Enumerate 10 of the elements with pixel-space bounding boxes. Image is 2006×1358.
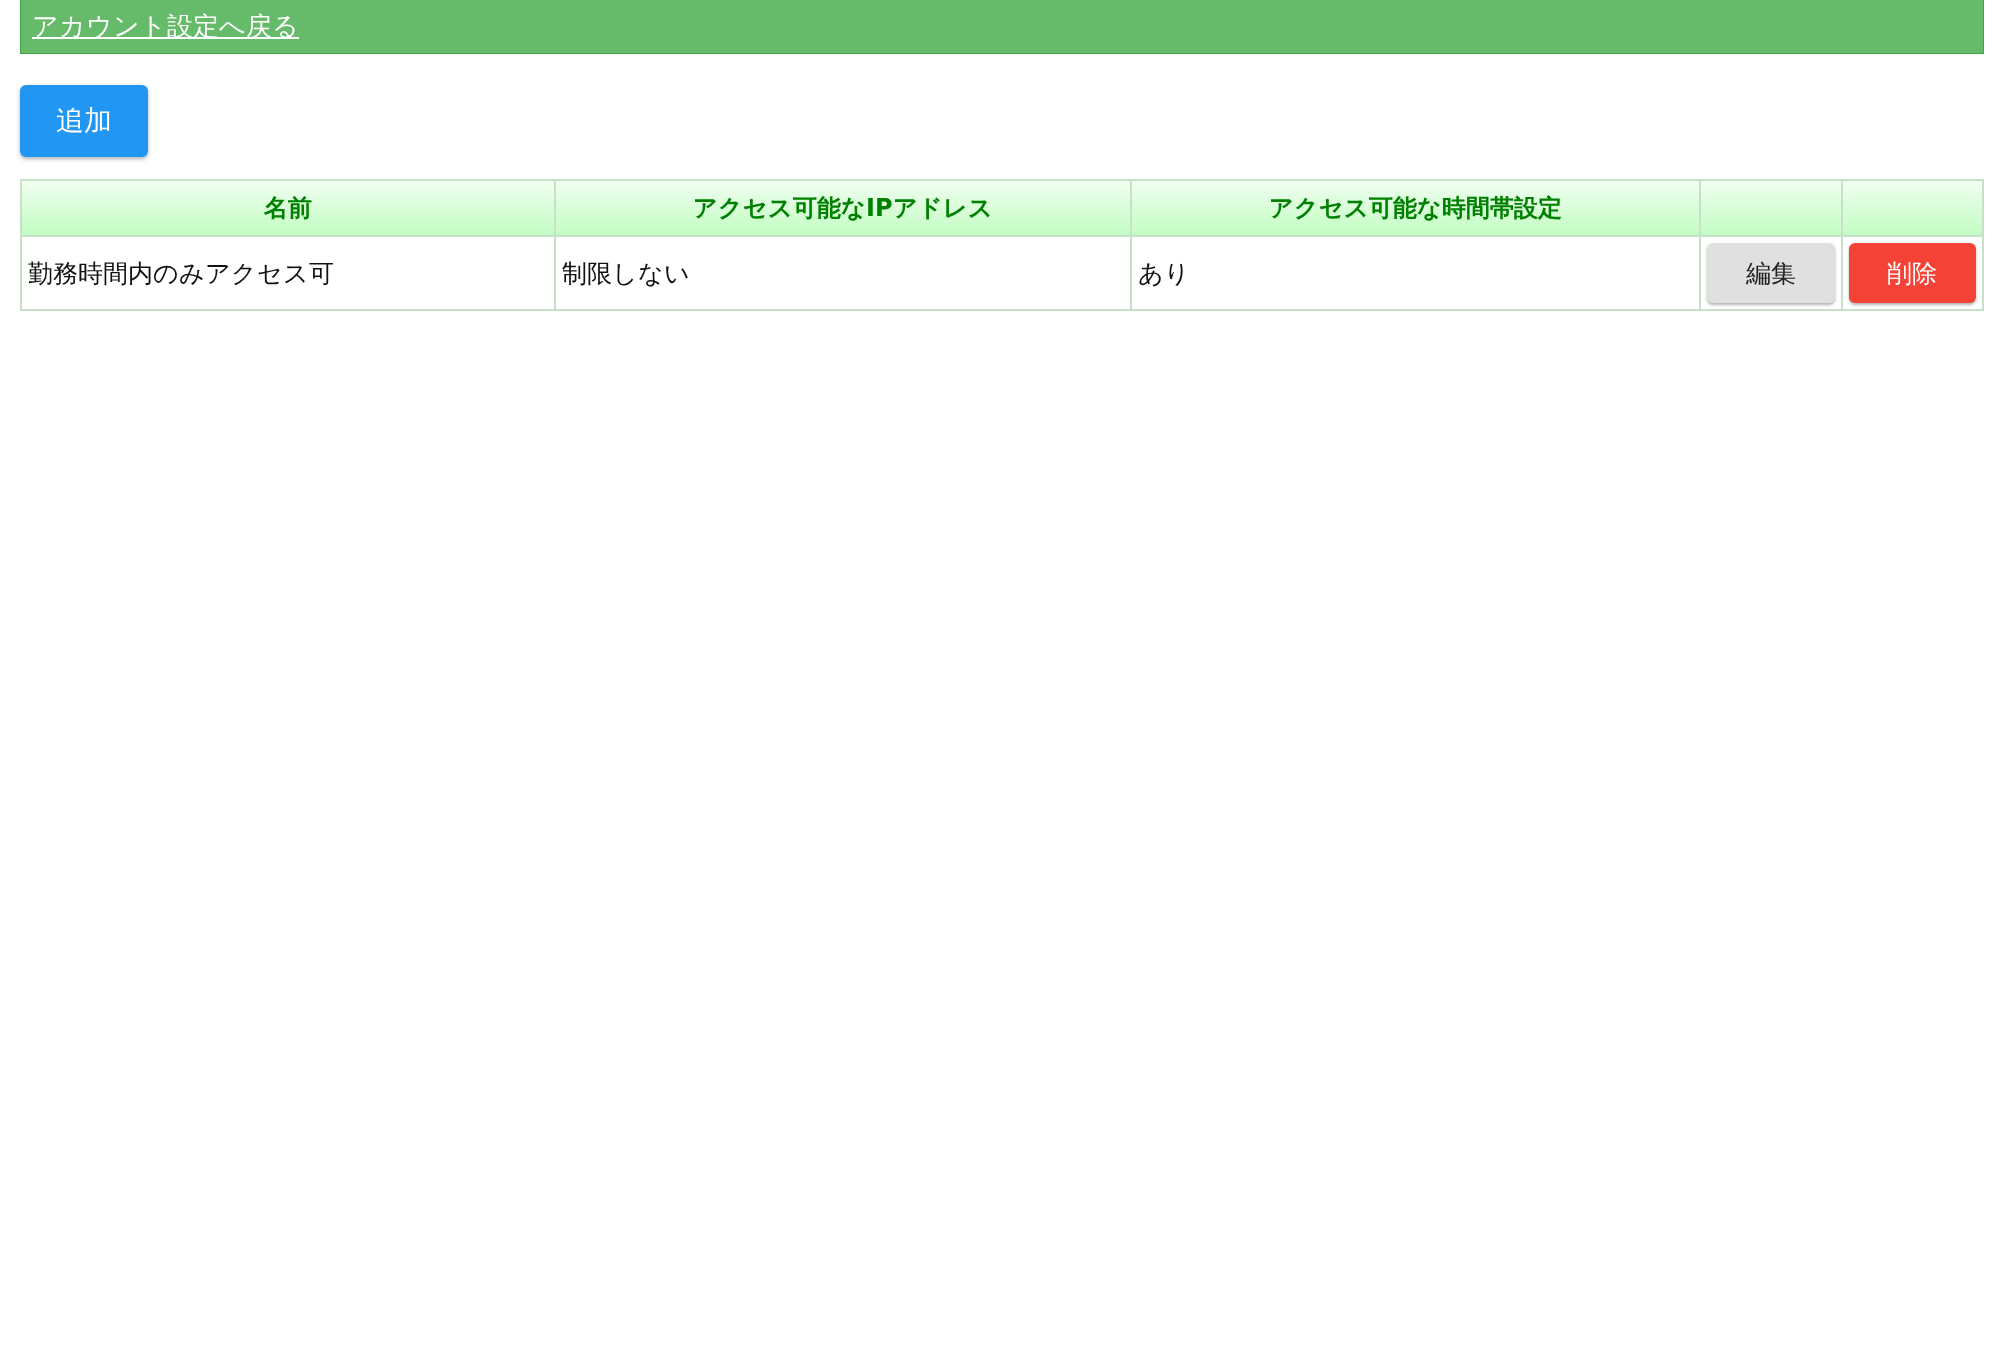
column-header: アクセス可能な時間帯設定 (1130, 180, 1701, 236)
add-button[interactable]: 追加 (20, 85, 148, 157)
table-cell: 制限しない (555, 236, 1131, 310)
edit-button[interactable]: 編集 (1707, 243, 1835, 303)
column-header: 名前 (21, 180, 555, 236)
column-header: アクセス可能なIPアドレス (555, 180, 1131, 236)
back-link[interactable]: アカウント設定へ戻る (32, 9, 299, 44)
table-cell: あり (1130, 236, 1701, 310)
table-cell: 勤務時間内のみアクセス可 (21, 236, 555, 310)
delete-button[interactable]: 削除 (1848, 243, 1976, 303)
